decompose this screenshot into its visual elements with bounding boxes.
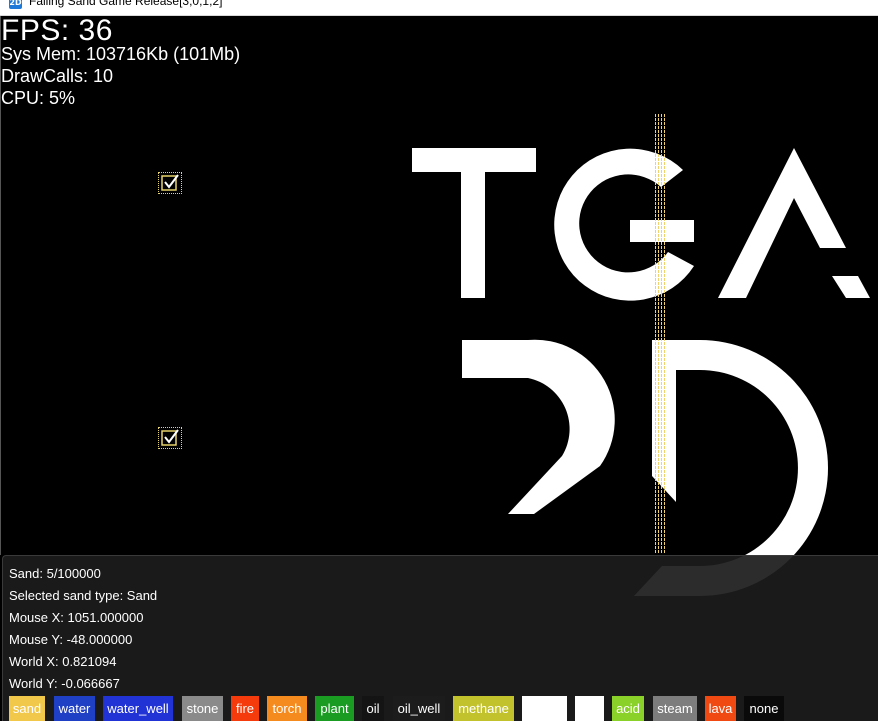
sand-type-button-water[interactable]: water: [54, 696, 95, 721]
tga-2d-logo: [412, 148, 870, 596]
sand-type-button-water-well[interactable]: water_well: [103, 696, 173, 721]
checkbox-icon[interactable]: [158, 427, 182, 449]
selected-sand-type: Selected sand type: Sand: [9, 588, 158, 603]
sand-type-button-blank-1[interactable]: [522, 696, 567, 721]
sand-type-button-lava[interactable]: lava: [705, 696, 736, 721]
checkbox-icon[interactable]: [158, 172, 182, 194]
draw-calls-readout: DrawCalls: 10: [1, 66, 114, 86]
sand-type-buttons: sand water water_well stone fire torch p…: [0, 696, 878, 721]
sys-mem-readout: Sys Mem: 103716Kb (101Mb): [1, 44, 241, 64]
info-readouts: Sand: 5/100000 Selected sand type: Sand …: [9, 564, 157, 696]
sand-type-button-torch[interactable]: torch: [267, 696, 307, 721]
sand-type-button-sand[interactable]: sand: [9, 696, 45, 721]
sand-type-button-stone[interactable]: stone: [182, 696, 223, 721]
sand-type-button-methane[interactable]: methane: [453, 696, 514, 721]
world-x: World X: 0.821094: [9, 654, 117, 669]
sand-type-button-oil-well[interactable]: oil_well: [393, 696, 445, 721]
sand-stream: [655, 114, 665, 554]
sand-type-button-fire[interactable]: fire: [231, 696, 259, 721]
sand-type-button-plant[interactable]: plant: [315, 696, 354, 721]
window-title: Falling Sand Game Release[3,0,1,2]: [29, 0, 223, 8]
sand-count: Sand: 5/100000: [9, 566, 101, 581]
cpu-readout: CPU: 5%: [1, 88, 76, 108]
sand-type-button-none[interactable]: none: [744, 696, 784, 721]
mouse-x: Mouse X: 1051.000000: [9, 610, 144, 625]
fps-counter: FPS: 36: [1, 16, 113, 47]
app-2d-icon: 2D: [9, 0, 22, 9]
world-y: World Y: -0.066667: [9, 676, 120, 691]
window-title-bar[interactable]: 2D Falling Sand Game Release[3,0,1,2]: [0, 0, 878, 16]
stats-overlay: FPS: 36 Sys Mem: 103716Kb (101Mb) DrawCa…: [1, 16, 240, 109]
sand-type-button-steam[interactable]: steam: [653, 696, 697, 721]
sand-type-button-blank-2[interactable]: [575, 696, 604, 721]
sand-type-button-acid[interactable]: acid: [612, 696, 644, 721]
sand-type-button-oil[interactable]: oil: [362, 696, 384, 721]
mouse-y: Mouse Y: -48.000000: [9, 632, 133, 647]
